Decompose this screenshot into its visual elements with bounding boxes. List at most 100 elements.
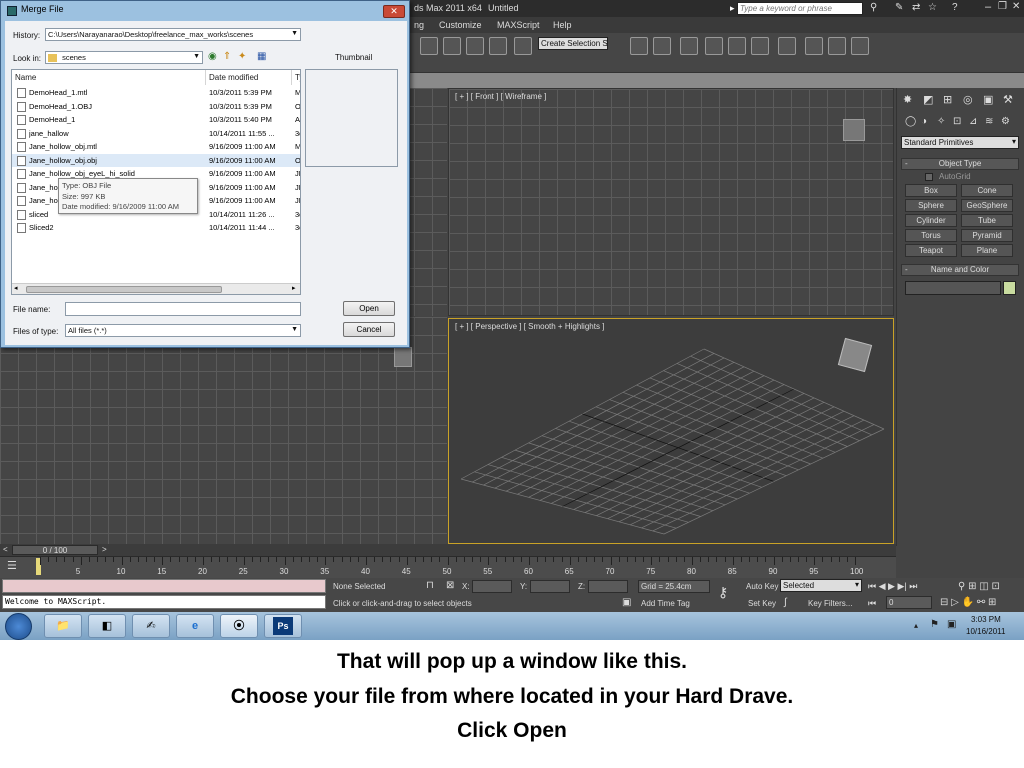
viewcube-icon[interactable] [843,119,865,141]
network-icon[interactable]: ▣ [947,619,956,630]
file-row[interactable]: Sliced2 10/14/2011 11:44 ... 3c [12,221,300,234]
track-bar-menu-icon[interactable]: ☰ [7,559,17,572]
mirror-icon[interactable] [630,37,648,55]
name-color-rollout-header[interactable]: - Name and Color [901,264,1019,276]
taskbar-3dsmax-icon[interactable]: ⦿ [220,614,258,638]
file-row[interactable]: jane_hallow 10/14/2011 11:55 ... 3c [12,127,300,140]
star-icon[interactable]: ☆ [928,2,937,13]
help-icon[interactable]: ? [952,2,958,13]
tube-button[interactable]: Tube [961,214,1013,227]
time-prev-icon[interactable]: < [3,545,8,554]
tools-icon[interactable]: ✎ [895,2,903,13]
angle-snap-icon[interactable] [443,37,461,55]
taskbar-media-icon[interactable]: ◧ [88,614,126,638]
show-hidden-icons[interactable]: ▴ [914,621,918,630]
create-tab-icon[interactable]: ✸ [903,93,912,106]
motion-tab-icon[interactable]: ◎ [963,93,973,106]
search-input[interactable] [737,2,863,15]
object-color-swatch[interactable] [1003,281,1016,295]
cancel-button[interactable]: Cancel [343,322,395,337]
up-folder-icon[interactable]: ⇑ [223,51,231,62]
playback-controls-icon[interactable]: ⏮ ◀ ▶ ▶| ⏭ [868,581,917,592]
hierarchy-tab-icon[interactable]: ⊞ [943,93,952,106]
type-column-header[interactable]: Ty [292,70,300,85]
utilities-tab-icon[interactable]: ⚒ [1003,93,1013,106]
viewport-left[interactable] [0,317,447,544]
layer-manager-icon[interactable] [680,37,698,55]
file-row[interactable]: Jane_hollow_obj.mtl 9/16/2009 11:00 AM M [12,140,300,153]
binoculars-icon[interactable]: ⚲ [870,2,877,13]
selection-set-dropdown[interactable]: Create Selection Se [538,37,608,50]
exchange-icon[interactable]: ⇄ [912,2,920,13]
edit-named-sets-icon[interactable] [514,37,532,55]
new-folder-icon[interactable]: ✦ [238,51,246,62]
align-icon[interactable] [653,37,671,55]
cameras-icon[interactable]: ⊡ [953,116,961,127]
minimize-icon[interactable]: – [985,1,991,13]
render-setup-icon[interactable] [805,37,823,55]
material-editor-icon[interactable] [778,37,796,55]
file-row[interactable]: DemoHead_1.OBJ 10/3/2011 5:39 PM O [12,100,300,113]
percent-snap-icon[interactable] [466,37,484,55]
viewport-front[interactable]: [ + ] [ Front ] [ Wireframe ] [448,88,894,316]
name-column-header[interactable]: Name [12,70,206,85]
file-row[interactable]: Jane_hollow_obj.obj 9/16/2009 11:00 AM O [12,153,300,167]
current-frame-field[interactable]: 0 [886,596,932,609]
curve-editor-icon[interactable] [728,37,746,55]
cylinder-button[interactable]: Cylinder [905,214,957,227]
modify-tab-icon[interactable]: ◩ [923,93,933,106]
menu-maxscript[interactable]: MAXScript [497,20,540,30]
shapes-icon[interactable]: ◑ [921,116,927,127]
rendered-frame-icon[interactable] [828,37,846,55]
cone-button[interactable]: Cone [961,184,1013,197]
horizontal-scrollbar[interactable]: ◂ ▸ [12,283,300,294]
viewport-nav-icon[interactable]: ⊟ ▷ ✋ ⚯ ⊞ [940,597,996,608]
display-tab-icon[interactable]: ▣ [983,93,993,106]
x-coord-field[interactable] [472,580,512,593]
action-center-icon[interactable]: ⚑ [930,619,939,630]
time-slider[interactable]: 0 / 100 [12,545,98,555]
geosphere-button[interactable]: GeoSphere [961,199,1013,212]
render-teapot-icon[interactable] [851,37,869,55]
time-next-icon[interactable]: > [102,545,107,554]
menu-customize[interactable]: Customize [439,20,482,30]
plane-button[interactable]: Plane [961,244,1013,257]
z-coord-field[interactable] [588,580,628,593]
view-menu-icon[interactable]: ▦ [257,51,266,62]
close-app-icon[interactable]: ✕ [1012,1,1020,12]
viewport-front-label[interactable]: [ + ] [ Front ] [ Wireframe ] [455,92,546,101]
y-coord-field[interactable] [530,580,570,593]
taskbar-explorer-icon[interactable]: 📁 [44,614,82,638]
clock-date[interactable]: 10/16/2011 [966,627,1005,636]
helpers-icon[interactable]: ⊿ [969,116,977,127]
viewcube-left-icon[interactable] [394,347,412,367]
snap-3d-icon[interactable] [420,37,438,55]
menu-help[interactable]: Help [553,20,572,30]
date-column-header[interactable]: Date modified [206,70,292,85]
graphite-icon[interactable] [705,37,723,55]
taskbar-photoshop-icon[interactable]: Ps [264,614,302,638]
key-mode-toggle-icon[interactable]: ⏮ [868,598,876,609]
start-button[interactable] [5,613,32,640]
history-dropdown[interactable]: C:\Users\Narayanarao\Desktop\freelance_m… [45,28,301,41]
absolute-mode-icon[interactable]: ⊠ [446,580,454,591]
primitives-category-dropdown[interactable]: Standard Primitives ▾ [901,136,1019,149]
key-icon[interactable]: ⚷ [718,584,728,601]
viewport-perspective[interactable]: [ + ] [ Perspective ] [ Smooth + Highlig… [448,318,894,544]
file-row[interactable]: DemoHead_1.mtl 10/3/2011 5:39 PM M [12,86,300,99]
teapot-button[interactable]: Teapot [905,244,957,257]
back-icon[interactable]: ◉ [208,51,217,62]
clock-time[interactable]: 3:03 PM [971,615,1001,624]
scroll-right-icon[interactable]: ▸ [292,284,296,292]
filename-input[interactable] [65,302,301,316]
open-button[interactable]: Open [343,301,395,316]
time-tag-icon[interactable]: ▣ [622,597,631,608]
taskbar-tool-icon[interactable]: ✍ [132,614,170,638]
scroll-thumb[interactable] [26,286,222,293]
file-row[interactable]: DemoHead_1 10/3/2011 5:40 PM A [12,113,300,126]
add-time-tag[interactable]: Add Time Tag [641,599,690,608]
zoom-controls-icon[interactable]: ⚲ ⊞ ◫ ⊡ [958,581,1000,592]
sphere-button[interactable]: Sphere [905,199,957,212]
taskbar-ie-icon[interactable]: e [176,614,214,638]
spinner-snap-icon[interactable] [489,37,507,55]
